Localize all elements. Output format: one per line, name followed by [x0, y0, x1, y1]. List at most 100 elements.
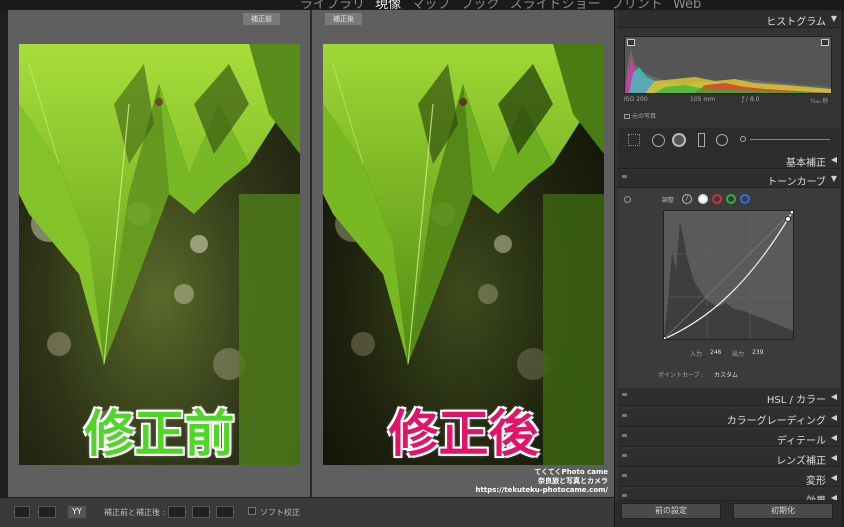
point-curve-label: ポイントカーブ :	[658, 372, 704, 379]
red-channel-button[interactable]	[712, 194, 722, 204]
section-label: トーンカーブ	[767, 177, 826, 188]
panel-toggle-icon[interactable]	[622, 474, 627, 477]
expand-arrow-icon: ◀	[830, 413, 837, 422]
iso-value: ISO 200	[624, 96, 648, 103]
soft-proof-label: ソフト校正	[260, 508, 300, 517]
aperture: ƒ / 8.0	[742, 96, 760, 103]
tone-curve-panel: 調整 ∕ 入力 246 出力 239 ポイントカーブ : カスタム	[618, 188, 840, 388]
brush-size-slider[interactable]	[750, 139, 830, 140]
panel-toggle-icon[interactable]	[622, 434, 627, 437]
crop-tool-icon[interactable]	[628, 134, 640, 146]
module-web[interactable]: Web	[673, 0, 701, 10]
panel-toggle-icon[interactable]	[622, 414, 627, 417]
panel-toggle-icon[interactable]	[622, 454, 627, 457]
module-library[interactable]: ライブラリ	[300, 0, 365, 10]
histogram-title: ヒストグラム	[766, 17, 826, 28]
soft-proof-checkbox[interactable]	[248, 507, 256, 515]
after-caption: 修正後	[388, 405, 539, 463]
input-label: 入力	[690, 351, 703, 358]
panel-toggle-icon[interactable]	[622, 393, 627, 396]
compare-view: 補正前 修正前 補正後 修正後 てくてくPhoto came 奈良旅と写真とカメ…	[8, 10, 614, 497]
reset-button[interactable]: 初期化	[733, 503, 833, 519]
yy-view-button[interactable]: YY	[68, 506, 86, 518]
module-map[interactable]: マップ	[411, 0, 450, 10]
right-panel: ヒストグラム ▼ ISO 200 105 mm ƒ / 8.0 ⅟₂₅₀ 秒 元…	[614, 10, 844, 527]
rgb-channel-button[interactable]	[698, 194, 708, 204]
output-value: 239	[752, 349, 764, 356]
watermark: てくてくPhoto came 奈良旅と写真とカメラ https://tekute…	[476, 468, 608, 495]
loupe-view-button[interactable]	[14, 506, 30, 518]
basic-section-header[interactable]: 基本補正 ◀	[618, 151, 840, 169]
expand-arrow-icon: ◀	[830, 433, 837, 442]
point-curve-select[interactable]: カスタム	[714, 370, 738, 379]
green-channel-button[interactable]	[726, 194, 736, 204]
histogram-header[interactable]: ヒストグラム ▼	[618, 10, 840, 28]
before-pane: 補正前 修正前	[8, 10, 310, 497]
detail-section-header[interactable]: ディテール ◀	[618, 429, 840, 447]
after-photo[interactable]: 修正後	[323, 44, 604, 465]
original-photo-label: 元の写真	[632, 113, 657, 120]
color-grading-section-header[interactable]: カラーグレーディング ◀	[618, 409, 840, 427]
section-label: レンズ補正	[776, 456, 826, 467]
before-photo[interactable]: 修正前	[19, 44, 300, 465]
before-caption: 修正前	[84, 405, 235, 463]
expand-arrow-icon: ◀	[830, 473, 837, 482]
section-label: カラーグレーディング	[726, 416, 826, 427]
transform-section-header[interactable]: 変形 ◀	[618, 469, 840, 487]
module-slideshow[interactable]: スライドショー	[510, 0, 601, 10]
brush-icon[interactable]	[740, 136, 746, 142]
panel-toggle-icon[interactable]	[622, 494, 627, 497]
radial-filter-icon[interactable]	[716, 134, 728, 146]
copy-after-to-before-button[interactable]	[192, 506, 210, 518]
previous-settings-button[interactable]: 前の設定	[621, 503, 721, 519]
after-label: 補正後	[325, 13, 362, 25]
input-value: 246	[710, 349, 722, 356]
tone-curve-section-header[interactable]: トーンカーブ ▼	[618, 170, 840, 188]
checkbox-icon	[624, 114, 630, 119]
section-label: HSL / カラー	[766, 395, 826, 406]
expand-arrow-icon: ◀	[830, 392, 837, 401]
panel-toggle-icon[interactable]	[622, 175, 627, 178]
section-label: 変形	[806, 476, 826, 487]
section-label: 基本補正	[786, 158, 826, 169]
tone-curve-graph[interactable]	[663, 210, 794, 340]
section-label: 効果	[806, 492, 826, 500]
histogram[interactable]	[624, 36, 832, 94]
after-pane: 補正後 修正後 てくてくPhoto came 奈良旅と写真とカメラ https:…	[312, 10, 614, 497]
left-panel-edge[interactable]	[0, 10, 8, 497]
spot-removal-icon[interactable]	[652, 134, 665, 147]
focal-length: 105 mm	[690, 96, 716, 103]
graduated-filter-icon[interactable]	[698, 133, 705, 147]
before-label: 補正前	[243, 13, 280, 25]
hsl-section-header[interactable]: HSL / カラー ◀	[618, 388, 840, 406]
compare-view-button[interactable]	[38, 506, 56, 518]
original-photo-toggle[interactable]: 元の写真	[624, 111, 656, 120]
module-print[interactable]: プリント	[611, 0, 663, 10]
copy-before-to-after-button[interactable]	[168, 506, 186, 518]
compare-label: 補正前と補正後 :	[104, 508, 166, 517]
adjust-label: 調整	[662, 197, 675, 204]
output-label: 出力	[732, 351, 745, 358]
module-picker: ライブラリ 現像 マップ ブック スライドショー プリント Web	[0, 0, 844, 10]
red-eye-icon[interactable]	[672, 133, 686, 147]
watermark-line-2: 奈良旅と写真とカメラ	[538, 477, 608, 485]
expand-arrow-icon: ◀	[830, 453, 837, 462]
collapse-arrow-icon: ▼	[830, 174, 837, 183]
module-book[interactable]: ブック	[460, 0, 499, 10]
expand-arrow-icon: ◀	[830, 155, 837, 164]
section-label: ディテール	[776, 436, 826, 447]
target-adjust-icon[interactable]	[624, 196, 631, 203]
collapse-arrow-icon: ▼	[830, 14, 837, 23]
lens-correction-section-header[interactable]: レンズ補正 ◀	[618, 449, 840, 467]
expand-arrow-icon: ◀	[830, 493, 837, 501]
parametric-curve-icon[interactable]: ∕	[682, 194, 692, 204]
swap-settings-button[interactable]	[216, 506, 234, 518]
panel-bottom-buttons: 前の設定 初期化	[615, 501, 844, 527]
watermark-line-1: てくてくPhoto came	[534, 468, 608, 476]
module-develop[interactable]: 現像	[375, 0, 401, 10]
blue-channel-button[interactable]	[740, 194, 750, 204]
bottom-toolbar: YY 補正前と補正後 : ソフト校正	[0, 497, 614, 527]
effects-section-header[interactable]: 効果 ◀	[618, 489, 840, 501]
shutter-speed: ⅟₂₅₀ 秒	[810, 98, 829, 105]
watermark-line-3: https://tekuteku-photocame.com/	[475, 486, 608, 494]
